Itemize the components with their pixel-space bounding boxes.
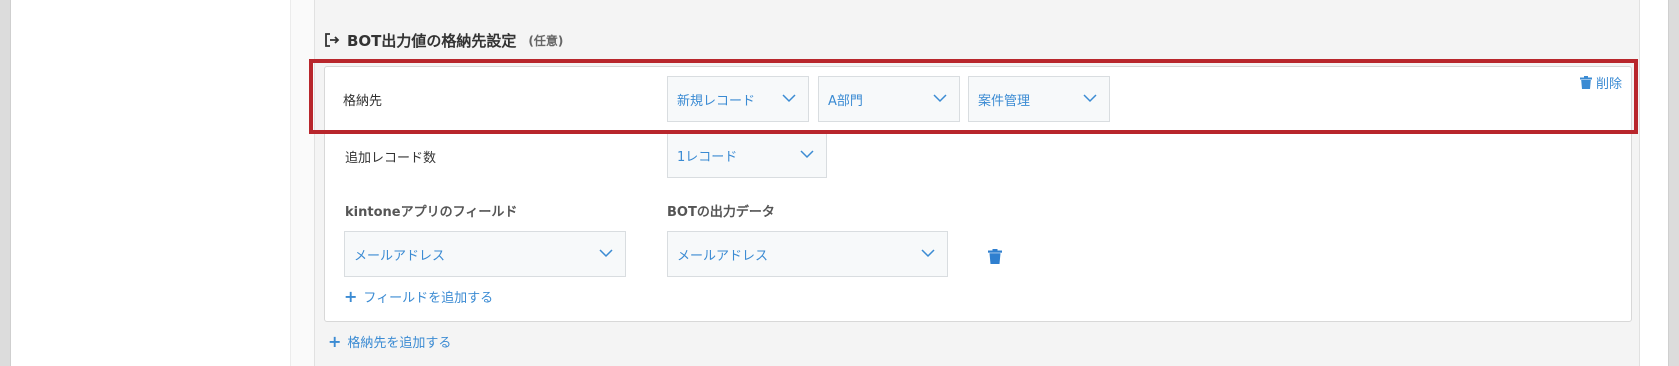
delete-label: 削除 (1596, 77, 1623, 92)
add-destination-label: 格納先を追加する (347, 336, 452, 351)
delete-mapping-trash-icon[interactable] (988, 249, 1002, 264)
record-count-select[interactable]: 1レコード (667, 132, 827, 178)
chevron-down-icon (800, 150, 814, 159)
plus-icon: + (328, 332, 342, 351)
kintone-field-select[interactable]: メールアドレス (344, 231, 626, 277)
left-gutter (0, 0, 11, 366)
add-destination-button[interactable]: + 格納先を追加する (328, 332, 452, 352)
delete-destination-button[interactable]: 削除 (1580, 73, 1622, 92)
select-value: メールアドレス (677, 248, 769, 264)
destination-type-select[interactable]: 新規レコード (667, 76, 809, 122)
select-value: A部門 (828, 93, 863, 109)
kintone-field-header: kintoneアプリのフィールド (345, 205, 518, 220)
content-margin (290, 0, 315, 366)
select-value: メールアドレス (354, 248, 446, 264)
select-value: 1レコード (677, 149, 738, 165)
department-select[interactable]: A部門 (818, 76, 960, 122)
select-value: 新規レコード (677, 93, 756, 109)
record-count-label: 追加レコード数 (345, 151, 437, 166)
chevron-down-icon (933, 94, 947, 103)
trash-icon (1580, 76, 1592, 89)
sign-out-icon (325, 33, 340, 47)
destination-label: 格納先 (343, 94, 383, 109)
chevron-down-icon (1083, 94, 1097, 103)
app-select[interactable]: 案件管理 (968, 76, 1110, 122)
bot-output-header: BOTの出力データ (667, 205, 775, 220)
chevron-down-icon (782, 94, 796, 103)
add-field-button[interactable]: + フィールドを追加する (344, 287, 494, 307)
chevron-down-icon (921, 249, 935, 258)
chevron-down-icon (599, 249, 613, 258)
bot-output-select[interactable]: メールアドレス (667, 231, 948, 277)
add-field-label: フィールドを追加する (363, 291, 494, 306)
section-header: BOT出力値の格納先設定 (任意) (323, 29, 563, 51)
right-gutter (1668, 0, 1679, 366)
optional-badge: (任意) (528, 33, 564, 48)
plus-icon: + (344, 287, 358, 306)
section-title: BOT出力値の格納先設定 (347, 31, 517, 50)
select-value: 案件管理 (978, 93, 1031, 109)
